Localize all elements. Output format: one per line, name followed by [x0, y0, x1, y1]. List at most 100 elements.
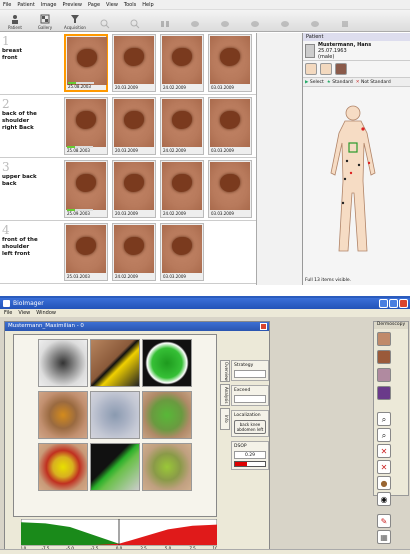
bioimager-window: BioImager File View Window Mustermann_Ma…: [0, 296, 410, 554]
draw-button[interactable]: ✎: [377, 514, 391, 528]
menu-page[interactable]: Page: [88, 2, 100, 8]
thumb-date: 24.02.2009: [163, 85, 186, 90]
strategy-field[interactable]: [234, 370, 266, 378]
lesion-thumbnail[interactable]: 20.03.2009: [112, 160, 156, 218]
zoom-in-button[interactable]: ⌕: [377, 412, 391, 426]
menu-help[interactable]: Help: [142, 2, 153, 8]
analysis-cell[interactable]: [90, 339, 140, 387]
zoom-out-button[interactable]: [124, 19, 146, 30]
tab-overview[interactable]: Overview: [220, 360, 230, 382]
lesion-thumbnail[interactable]: 25.08.2003: [64, 97, 108, 155]
patient-panel: Patient Mustermann, Hans 25.07.1963 (mal…: [302, 33, 410, 285]
analysis-cell[interactable]: [38, 391, 88, 439]
row-location: front of the shoulder left front: [2, 237, 38, 257]
compare-button[interactable]: ◉: [377, 492, 391, 506]
standard-option[interactable]: ★ Standard: [327, 80, 353, 85]
tool-button-2[interactable]: [214, 19, 236, 30]
body-map[interactable]: [323, 103, 383, 253]
lesion-thumbnail[interactable]: 25.09.2003: [64, 160, 108, 218]
back-view-thumb[interactable]: [320, 63, 332, 75]
lesion-thumbnail[interactable]: 24.02.2009: [112, 223, 156, 281]
tool-button-4[interactable]: [274, 19, 296, 30]
menu-file[interactable]: File: [3, 2, 11, 8]
analysis-cell[interactable]: [142, 339, 192, 387]
tab-info[interactable]: Info: [220, 408, 230, 430]
lesion-thumbnail[interactable]: 03.03.2009: [208, 97, 252, 155]
window-titlebar[interactable]: BioImager: [0, 298, 410, 309]
skin-image: [67, 37, 107, 85]
zoom-button[interactable]: [94, 19, 116, 30]
analysis-cell[interactable]: [38, 339, 88, 387]
menu-image[interactable]: Image: [41, 2, 57, 8]
menu-file[interactable]: File: [4, 310, 12, 316]
tool-button-6[interactable]: [334, 19, 356, 30]
analysis-cell[interactable]: [90, 443, 140, 491]
skin-image: [66, 162, 106, 210]
tool-button-1[interactable]: [184, 19, 206, 30]
risk-distribution-chart: -10.0-7.5-5.0-2.50.02.55.07.510.0: [21, 519, 217, 551]
measure-button[interactable]: ✕: [377, 444, 391, 458]
patient-avatar: [305, 43, 315, 58]
row-label[interactable]: 4 front of the shoulder left front: [0, 222, 62, 284]
zoom-out-button[interactable]: ⌕: [377, 428, 391, 442]
lesion-thumbnail[interactable]: 20.03.2009: [112, 97, 156, 155]
lesion-tool-button[interactable]: [377, 350, 391, 364]
menu-view[interactable]: View: [106, 2, 118, 8]
evaluation-panel: Strategy Exceed Localization back knee a…: [231, 360, 269, 550]
grid-button[interactable]: ▦: [377, 530, 391, 544]
menu-patient[interactable]: Patient: [17, 2, 34, 8]
maximize-button[interactable]: [389, 299, 398, 308]
lesion-thumbnail[interactable]: 03.03.2009: [208, 34, 252, 92]
analyze-button[interactable]: ●: [377, 476, 391, 490]
row-location: back of the shoulder right Back: [2, 111, 37, 131]
lesion-thumbnail[interactable]: 25.08.2003: [64, 34, 108, 92]
document-titlebar[interactable]: Mustermann_Maximilian - 0: [5, 322, 269, 331]
magnifier-icon: [130, 19, 140, 29]
closeup-view-thumb[interactable]: [335, 63, 347, 75]
row-label[interactable]: 2 back of the shoulder right Back: [0, 96, 62, 158]
close-button[interactable]: [399, 299, 408, 308]
menu-preview[interactable]: Preview: [62, 2, 81, 8]
segment-button[interactable]: ✕: [377, 460, 391, 474]
lesion-thumbnail[interactable]: 25.03.2003: [64, 223, 108, 281]
not-standard-option[interactable]: ✕ Not Standard: [356, 80, 391, 85]
tab-analysis[interactable]: Analysis: [220, 384, 230, 406]
patient-card[interactable]: Mustermann, Hans 25.07.1963 (male): [303, 41, 410, 61]
lesion-thumbnail[interactable]: 24.02.2009: [160, 97, 204, 155]
gallery-button[interactable]: Gallery: [34, 14, 56, 30]
lesion-thumbnail[interactable]: 24.02.2009: [160, 160, 204, 218]
lesion-tool-button[interactable]: [377, 332, 391, 346]
thumb-date: 20.03.2009: [115, 211, 138, 216]
skin-image: [162, 225, 202, 273]
status-bar: [0, 549, 410, 554]
compare-icon: [161, 21, 169, 27]
row-number: 1: [2, 34, 10, 48]
menu-window[interactable]: Window: [36, 310, 56, 316]
analysis-cell[interactable]: [90, 391, 140, 439]
tool-button-3[interactable]: [244, 19, 266, 30]
compare-button[interactable]: [154, 19, 176, 30]
menu-tools[interactable]: Tools: [124, 2, 136, 8]
select-option[interactable]: ▶ Select: [305, 80, 324, 85]
patient-button[interactable]: Patient: [4, 14, 26, 30]
exceed-field[interactable]: [234, 395, 266, 403]
lesion-thumbnail[interactable]: 03.03.2009: [208, 160, 252, 218]
menu-view[interactable]: View: [18, 310, 30, 316]
analysis-cell[interactable]: [142, 443, 192, 491]
square-icon: [342, 21, 348, 27]
front-view-thumb[interactable]: [305, 63, 317, 75]
analysis-cell[interactable]: [38, 443, 88, 491]
lesion-thumbnail[interactable]: 03.03.2009: [160, 223, 204, 281]
lesion-tool-button[interactable]: [377, 368, 391, 382]
row-label[interactable]: 3 upper back back: [0, 159, 62, 221]
acquisition-button[interactable]: Acquisition: [64, 14, 86, 30]
lesion-tool-button[interactable]: [377, 386, 391, 400]
tool-button-5[interactable]: [304, 19, 326, 30]
row-label[interactable]: 1 breast front: [0, 33, 62, 95]
lesion-thumbnail[interactable]: 20.03.2009: [112, 34, 156, 92]
minimize-button[interactable]: [379, 299, 388, 308]
localization-button[interactable]: back knee abdomen left: [234, 420, 266, 434]
document-close-button[interactable]: [260, 323, 267, 330]
analysis-cell[interactable]: [142, 391, 192, 439]
lesion-thumbnail[interactable]: 24.02.2009: [160, 34, 204, 92]
